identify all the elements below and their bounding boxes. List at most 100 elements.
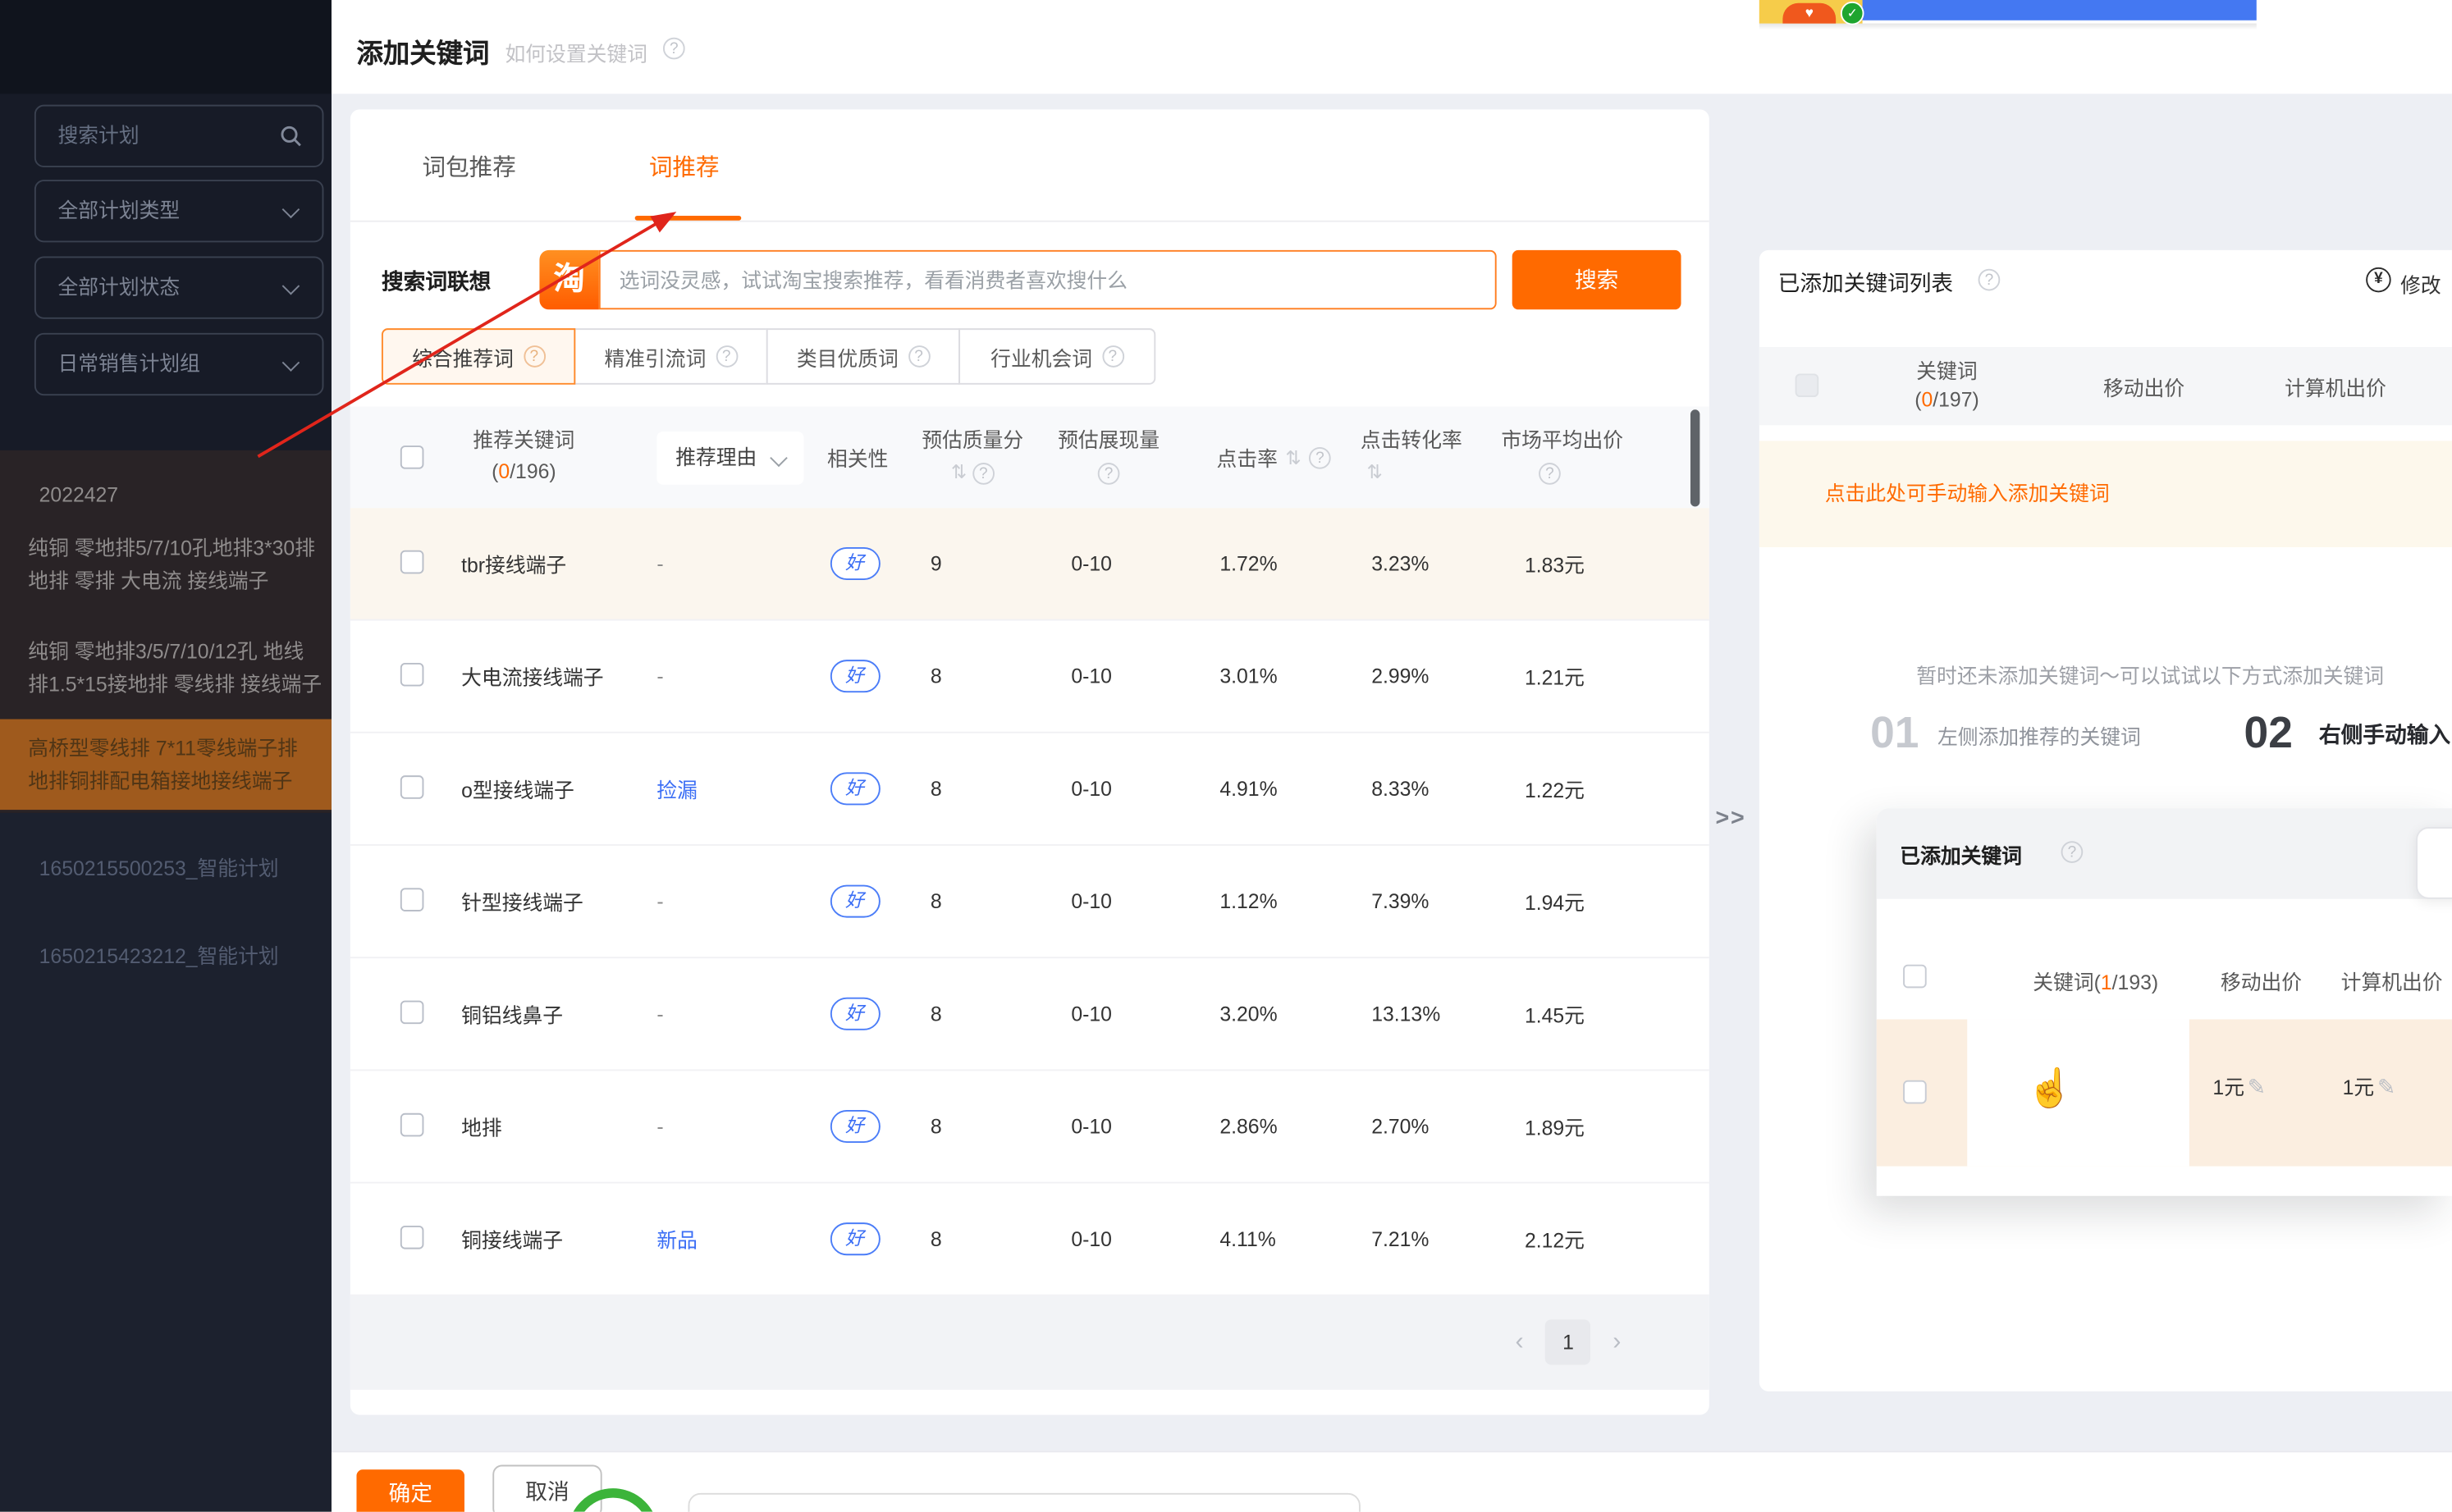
plan-status-select[interactable]: 全部计划状态 [34, 257, 324, 319]
modal-footer: 确定 取消 [332, 1450, 2452, 1511]
panel-expander-button[interactable]: >> [1715, 805, 1745, 831]
col-pc-bid: 计算机出价 [2285, 372, 2386, 402]
sidebar-item-plan[interactable]: 1650215423212_智能计划 [39, 939, 345, 972]
table-row[interactable]: 针型接线端子 - 好 8 0-10 1.12% 7.39% 1.94元 [350, 846, 1709, 958]
help-icon[interactable]: ? [908, 345, 930, 368]
help-icon[interactable]: ? [523, 345, 545, 368]
mobile-bid-value: 1元✎ [2212, 1071, 2266, 1100]
help-icon[interactable]: ? [1539, 463, 1561, 485]
sort-icon[interactable]: ⇅ [1285, 446, 1301, 468]
chip-category-quality[interactable]: 类目优质词 ? [766, 328, 960, 385]
setup-help-link[interactable]: 如何设置关键词 [505, 38, 647, 67]
help-icon[interactable]: ? [1101, 345, 1123, 368]
col-mobile-bid: 移动出价 [2103, 372, 2184, 402]
heart-icon: ♥ [1782, 7, 1836, 21]
sidebar-item-plan[interactable]: 纯铜 零地排5/7/10孔地排3*30排 地排 零排 大电流 接线端子 [28, 532, 334, 597]
help-icon[interactable]: ? [716, 345, 738, 368]
chip-precise-traffic[interactable]: 精准引流词 ? [574, 328, 767, 385]
col-ctr: 点击率 ⇅ ? [1217, 442, 1331, 472]
row-checkbox[interactable] [400, 1225, 424, 1249]
page-number[interactable]: 1 [1545, 1319, 1590, 1364]
tab-word-package[interactable]: 词包推荐 [423, 150, 516, 183]
help-icon[interactable]: ? [2061, 841, 2084, 863]
plan-group-select[interactable]: 日常销售计划组 [34, 333, 324, 395]
help-icon[interactable]: ? [663, 38, 685, 60]
added-keyword-row[interactable]: ☝ 1元✎ 1元✎ [1877, 1019, 2452, 1166]
tab-word-recommend[interactable]: 词推荐 [649, 150, 720, 183]
relevance-badge: 好 [830, 1222, 880, 1255]
select-all-checkbox-disabled [1796, 373, 1819, 397]
prev-page-button[interactable]: ‹ [1516, 1328, 1524, 1356]
reason-filter-dropdown[interactable]: 推荐理由 [656, 432, 803, 485]
table-row[interactable]: 铜铝线鼻子 - 好 8 0-10 3.20% 13.13% 1.45元 [350, 958, 1709, 1071]
table-header: 推荐关键词 (0/196) 推荐理由 相关性 预估质量分 ⇅ ? 预估展现量 ?… [350, 406, 1709, 508]
confirm-button[interactable]: 确定 [356, 1469, 464, 1511]
chevron-down-icon [282, 201, 300, 219]
cursor-hand-icon: ☝ [2027, 1067, 2074, 1112]
relevance-badge: 好 [830, 885, 880, 918]
search-button[interactable]: 搜索 [1512, 250, 1681, 309]
sort-icon[interactable]: ⇅ [1366, 461, 1382, 483]
modify-bid-button[interactable]: 修改 [2400, 269, 2441, 299]
chevron-down-icon [282, 354, 300, 372]
popover-action-button[interactable] [2416, 827, 2452, 899]
reason-link[interactable]: 捡漏 [656, 774, 796, 803]
plan-search-field[interactable]: 搜索计划 [34, 105, 324, 167]
table-row[interactable]: 地排 - 好 8 0-10 2.86% 2.70% 1.89元 [350, 1071, 1709, 1183]
col-market-price: 市场平均出价 ? [1501, 425, 1642, 487]
cutoff-element-edge [688, 1493, 1360, 1512]
manual-add-link[interactable]: 点击此处可手动输入添加关键词 [1825, 441, 2110, 547]
row-checkbox[interactable] [400, 1112, 424, 1136]
next-page-button[interactable]: › [1613, 1328, 1621, 1356]
topbar-shadow [1759, 24, 2257, 30]
plan-search-placeholder: 搜索计划 [58, 124, 140, 148]
sidebar-top-strip [0, 0, 332, 94]
currency-icon: ¥ [2366, 267, 2390, 292]
cancel-button[interactable]: 取消 [492, 1465, 602, 1512]
row-checkbox[interactable] [400, 774, 424, 798]
relevance-badge: 好 [830, 660, 880, 692]
row-checkbox[interactable] [400, 887, 424, 911]
help-icon[interactable]: ? [1309, 446, 1331, 468]
help-icon[interactable]: ? [1098, 463, 1120, 485]
topbar-blue-banner [1863, 0, 2257, 21]
help-icon[interactable]: ? [1979, 269, 2001, 291]
popover-table-header: 关键词(1/193) 移动出价 计算机出价 [1877, 935, 2452, 1020]
active-tab-underline [635, 216, 742, 221]
table-row[interactable]: o型接线端子 捡漏 好 8 0-10 4.91% 8.33% 1.22元 [350, 733, 1709, 846]
sidebar-item-plan[interactable]: 纯铜 零地排3/5/7/10/12孔 地线 排1.5*15接地排 零线排 接线端… [28, 635, 334, 701]
plan-type-select[interactable]: 全部计划类型 [34, 180, 324, 242]
keyword-cell[interactable] [1967, 1019, 2189, 1166]
screen: 搜索计划 全部计划类型 全部计划状态 日常销售计划组 2022427 纯铜 零地… [0, 0, 2452, 1512]
manual-add-row[interactable]: 点击此处可手动输入添加关键词 [1759, 441, 2452, 547]
edit-icon[interactable]: ✎ [2248, 1074, 2266, 1099]
table-row[interactable]: 铜接线端子 新品 好 8 0-10 4.11% 7.21% 2.12元 [350, 1184, 1709, 1296]
search-assoc-label: 搜索词联想 [382, 266, 491, 297]
chevron-down-icon [770, 450, 788, 468]
chip-comprehensive[interactable]: 综合推荐词 ? [382, 328, 575, 385]
added-keywords-popover: 已添加关键词 ? 关键词(1/193) 移动出价 计算机出价 ☝ 1元✎ 1元✎ [1877, 808, 2452, 1196]
reason-link[interactable]: 新品 [656, 1224, 796, 1254]
scrollbar-thumb[interactable] [1690, 409, 1699, 506]
table-row[interactable]: tbr接线端子 - 好 9 0-10 1.72% 3.23% 1.83元 [350, 508, 1709, 620]
edit-icon[interactable]: ✎ [2377, 1074, 2395, 1099]
search-icon [278, 124, 303, 148]
sidebar-item-plan-active[interactable]: 高桥型零线排 7*11零线端子排 地排铜排配电箱接地接线端子 [0, 719, 332, 811]
step-2-number: 02 [2244, 708, 2293, 758]
select-all-checkbox[interactable] [1903, 965, 1927, 989]
row-checkbox[interactable] [400, 662, 424, 686]
select-all-checkbox[interactable] [400, 445, 424, 469]
sidebar-item-plan[interactable]: 1650215500253_智能计划 [39, 852, 345, 885]
row-checkbox[interactable] [1903, 1080, 1927, 1104]
keyword-search-input[interactable] [599, 250, 1497, 309]
sidebar-item-plan[interactable]: 2022427 [39, 478, 345, 511]
help-icon[interactable]: ? [972, 463, 995, 485]
row-checkbox[interactable] [400, 550, 424, 573]
table-footer: ‹ 1 › [350, 1296, 1709, 1390]
table-row[interactable]: 大电流接线端子 - 好 8 0-10 3.01% 2.99% 1.21元 [350, 621, 1709, 733]
chip-industry-opportunity[interactable]: 行业机会词 ? [958, 328, 1155, 385]
sort-icon[interactable]: ⇅ [951, 461, 967, 483]
plan-group-value: 日常销售计划组 [58, 352, 200, 376]
popover-title: 已添加关键词 [1900, 839, 2022, 869]
row-checkbox[interactable] [400, 1000, 424, 1024]
